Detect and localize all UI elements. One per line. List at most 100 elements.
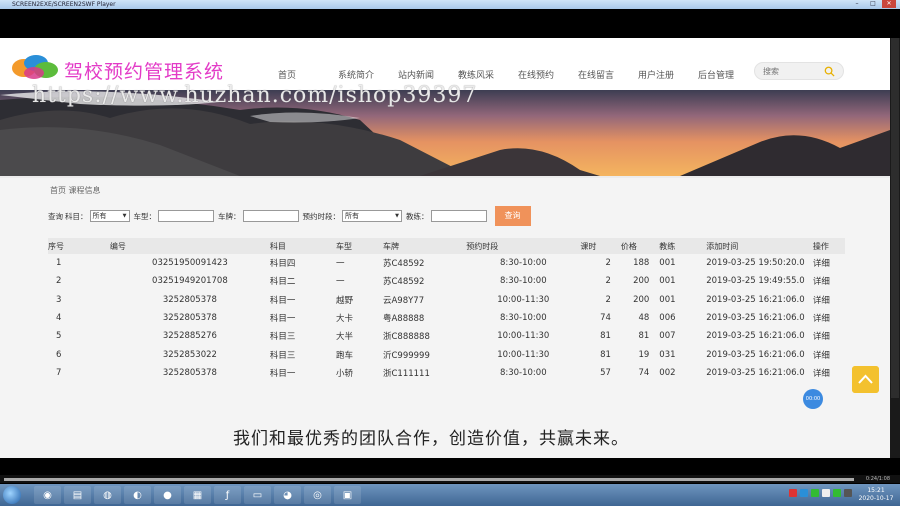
cell-added-time: 2019-03-25 19:49:55.0 bbox=[706, 276, 805, 287]
detail-link[interactable]: 详细 bbox=[813, 291, 845, 309]
car-type-input[interactable] bbox=[158, 210, 214, 222]
cell-hours: 57 bbox=[600, 367, 611, 378]
detail-link[interactable]: 详细 bbox=[813, 345, 845, 363]
cell-id: 3252805378 bbox=[162, 294, 217, 305]
table-row: 1 03251950091423 科目四 一 苏C48592 8:30-10:00 2 188… bbox=[48, 254, 845, 272]
cell-plate: 苏C48592 bbox=[382, 277, 425, 288]
detail-link[interactable]: 详细 bbox=[813, 272, 845, 290]
tray-icon[interactable] bbox=[844, 489, 852, 497]
plate-label: 车牌： bbox=[218, 211, 241, 221]
minimize-button[interactable]: – bbox=[850, 0, 864, 8]
detail-link[interactable]: 详细 bbox=[813, 254, 845, 272]
wechat-icon[interactable]: ◎ bbox=[304, 486, 331, 504]
nav-system-intro[interactable]: 系统简介 bbox=[338, 68, 398, 81]
player-icon[interactable]: ▣ bbox=[334, 486, 361, 504]
scrollbar-thumb[interactable] bbox=[891, 38, 899, 398]
cell-added-time: 2019-03-25 16:21:06.0 bbox=[706, 313, 805, 324]
chat-bubble-icon[interactable]: 00:00 bbox=[803, 389, 823, 409]
cell-price: 188 bbox=[633, 258, 650, 269]
nav-booking[interactable]: 在线预约 bbox=[518, 68, 578, 81]
cell-hours: 74 bbox=[600, 313, 611, 324]
cell-subject: 科目一 bbox=[269, 295, 296, 306]
chrome-icon[interactable]: ◉ bbox=[34, 486, 61, 504]
qq-icon[interactable]: ◕ bbox=[274, 486, 301, 504]
cell-coach: 001 bbox=[659, 294, 676, 305]
green-app-icon[interactable]: ● bbox=[154, 486, 181, 504]
document-icon[interactable]: ▦ bbox=[184, 486, 211, 504]
time-slot-select[interactable]: 所有 bbox=[342, 210, 402, 222]
nav-messages[interactable]: 在线留言 bbox=[578, 68, 638, 81]
cell-time-slot: 10:00-11:30 bbox=[497, 294, 550, 305]
nav-admin[interactable]: 后台管理 bbox=[698, 68, 758, 81]
slogan-text: 我们和最优秀的团队合作，创造价值，共赢未来。 bbox=[233, 429, 629, 449]
cell-coach: 006 bbox=[659, 313, 676, 324]
cell-plate: 浙C888888 bbox=[382, 332, 430, 343]
col-added-time: 添加时间 bbox=[706, 241, 739, 251]
col-coach: 教练 bbox=[659, 241, 676, 251]
page-scrollbar[interactable] bbox=[890, 38, 900, 458]
web-page: 驾校预约管理系统 首页 系统简介 站内新闻 教练风采 在线预约 在线留言 用户注… bbox=[0, 38, 890, 458]
nav-news[interactable]: 站内新闻 bbox=[398, 68, 458, 81]
folder-icon[interactable]: ▭ bbox=[244, 486, 271, 504]
tray-icon[interactable] bbox=[833, 489, 841, 497]
logo-icon bbox=[12, 55, 58, 79]
subject-select[interactable]: 所有 bbox=[89, 210, 130, 222]
scroll-top-button[interactable] bbox=[852, 366, 879, 393]
nav-coaches[interactable]: 教练风采 bbox=[458, 68, 518, 81]
media-player-icon[interactable]: ▤ bbox=[64, 486, 91, 504]
search-icon[interactable] bbox=[824, 66, 835, 77]
player-timeline[interactable]: 0:24/1:08 bbox=[0, 475, 900, 483]
cell-added-time: 2019-03-25 16:21:06.0 bbox=[706, 349, 805, 360]
search-input[interactable] bbox=[763, 65, 823, 77]
tray-icon[interactable] bbox=[822, 489, 830, 497]
maximize-button[interactable]: □ bbox=[866, 0, 880, 8]
browser-icon[interactable]: ◐ bbox=[124, 486, 151, 504]
app-icon[interactable]: ◍ bbox=[94, 486, 121, 504]
timeline-time: 0:24/1:08 bbox=[865, 476, 890, 482]
nav-register[interactable]: 用户注册 bbox=[638, 68, 698, 81]
watermark-text: https://www.huzhan.com/ishop39397 bbox=[32, 83, 478, 108]
cell-id: 3252853022 bbox=[162, 349, 217, 360]
system-tray bbox=[789, 489, 852, 497]
tray-icon[interactable] bbox=[800, 489, 808, 497]
cell-no: 4 bbox=[56, 313, 62, 324]
table-row: 4 3252805378 科目一 大卡 粤A88888 8:30-10:00 74 48 006… bbox=[48, 309, 845, 327]
cell-hours: 81 bbox=[600, 349, 611, 360]
cell-hours: 2 bbox=[605, 294, 611, 305]
col-hours: 课时 bbox=[580, 241, 597, 251]
col-plate: 车牌 bbox=[382, 241, 399, 251]
table-row: 7 3252805378 科目一 小轿 浙C111111 8:30-10:00 57 74 00… bbox=[48, 364, 845, 382]
cell-subject: 科目一 bbox=[269, 314, 296, 325]
cell-id: 03251949201708 bbox=[152, 276, 228, 287]
query-label: 查询 bbox=[48, 211, 63, 221]
cell-car-type: 大卡 bbox=[336, 314, 354, 325]
table-row: 5 3252885276 科目三 大半 浙C888888 10:00-11:30 81 81 0… bbox=[48, 327, 845, 345]
start-button[interactable] bbox=[3, 486, 21, 504]
taskbar-clock[interactable]: 15:21 2020-10-17 bbox=[856, 487, 896, 503]
flash-icon[interactable]: ƒ bbox=[214, 486, 241, 504]
plate-input[interactable] bbox=[242, 210, 299, 222]
tray-icon[interactable] bbox=[789, 489, 797, 497]
cell-no: 6 bbox=[56, 349, 62, 360]
nav-home[interactable]: 首页 bbox=[278, 68, 338, 81]
cell-no: 3 bbox=[56, 294, 62, 305]
close-button[interactable]: ✕ bbox=[882, 0, 896, 8]
detail-link[interactable]: 详细 bbox=[813, 364, 845, 382]
detail-link[interactable]: 详细 bbox=[813, 309, 845, 327]
cell-price: 200 bbox=[633, 294, 650, 305]
cell-car-type: 越野 bbox=[336, 295, 354, 306]
car-type-label: 车型： bbox=[133, 211, 157, 221]
coach-input[interactable] bbox=[430, 210, 487, 222]
cell-time-slot: 10:00-11:30 bbox=[497, 349, 550, 360]
col-price: 价格 bbox=[620, 241, 637, 251]
cell-plate: 沂C999999 bbox=[382, 350, 430, 361]
tray-icon[interactable] bbox=[811, 489, 819, 497]
coach-label: 教练： bbox=[406, 211, 429, 221]
timeline-track[interactable] bbox=[4, 478, 854, 481]
site-title: 驾校预约管理系统 bbox=[64, 61, 225, 83]
cell-time-slot: 10:00-11:30 bbox=[497, 331, 550, 342]
detail-link[interactable]: 详细 bbox=[813, 327, 845, 345]
cell-plate: 浙C111111 bbox=[382, 368, 430, 379]
query-button[interactable]: 查询 bbox=[494, 206, 531, 226]
cell-no: 1 bbox=[56, 258, 62, 269]
